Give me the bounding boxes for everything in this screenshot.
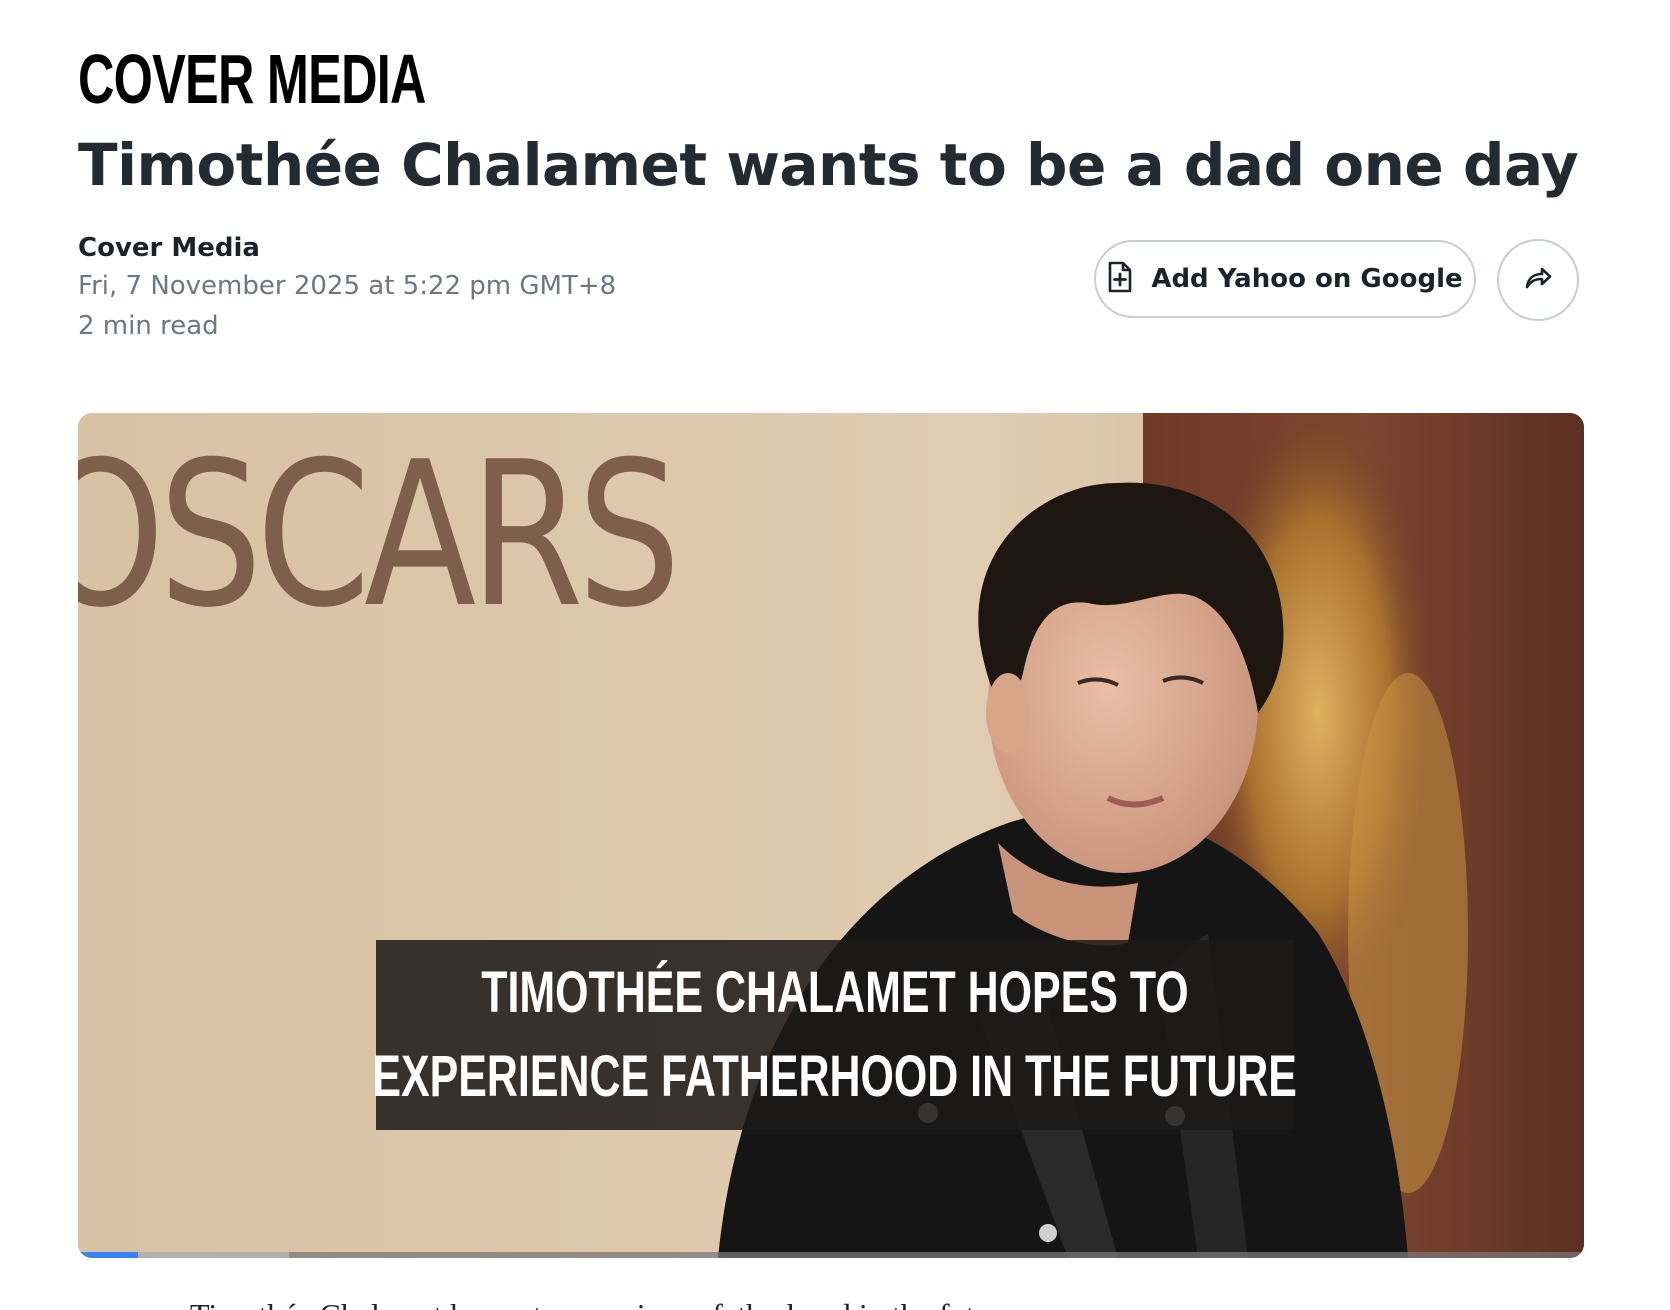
publish-timestamp: Fri, 7 November 2025 at 5:22 pm GMT+8	[78, 271, 617, 301]
article-title: Timothée Chalamet wants to be a dad one …	[78, 131, 1579, 199]
read-time: 2 min read	[78, 311, 219, 341]
document-plus-icon	[1107, 261, 1133, 298]
author-name[interactable]: Cover Media	[78, 230, 616, 266]
share-button[interactable]	[1497, 239, 1579, 321]
video-progress-bar[interactable]	[78, 1252, 1584, 1258]
add-yahoo-on-google-button[interactable]: Add Yahoo on Google	[1094, 240, 1476, 318]
publisher-logo[interactable]: COVER MEDIA	[78, 40, 426, 118]
caption-line-2: EXPERIENCE FATHERHOOD IN THE FUTURE	[372, 1044, 1298, 1109]
add-yahoo-on-google-label: Add Yahoo on Google	[1151, 264, 1463, 294]
article-body-first-line: Timothée Chalamet hopes to experience fa…	[190, 1293, 1023, 1310]
article-page: COVER MEDIA Timothée Chalamet wants to b…	[0, 0, 1670, 1310]
video-caption: TIMOTHÉE CHALAMET HOPES TO EXPERIENCE FA…	[372, 940, 1298, 1130]
byline: Cover Media Fri, 7 November 2025 at 5:22…	[78, 230, 616, 346]
share-arrow-icon	[1523, 265, 1553, 296]
video-player[interactable]: OSCARS TIMOTHÉE CHALAMET HOPES TO EXPERI…	[78, 413, 1584, 1258]
oscars-sign: OSCARS	[78, 419, 681, 652]
caption-line-1: TIMOTHÉE CHALAMET HOPES TO	[481, 960, 1189, 1025]
video-progress-fill	[78, 1252, 139, 1258]
